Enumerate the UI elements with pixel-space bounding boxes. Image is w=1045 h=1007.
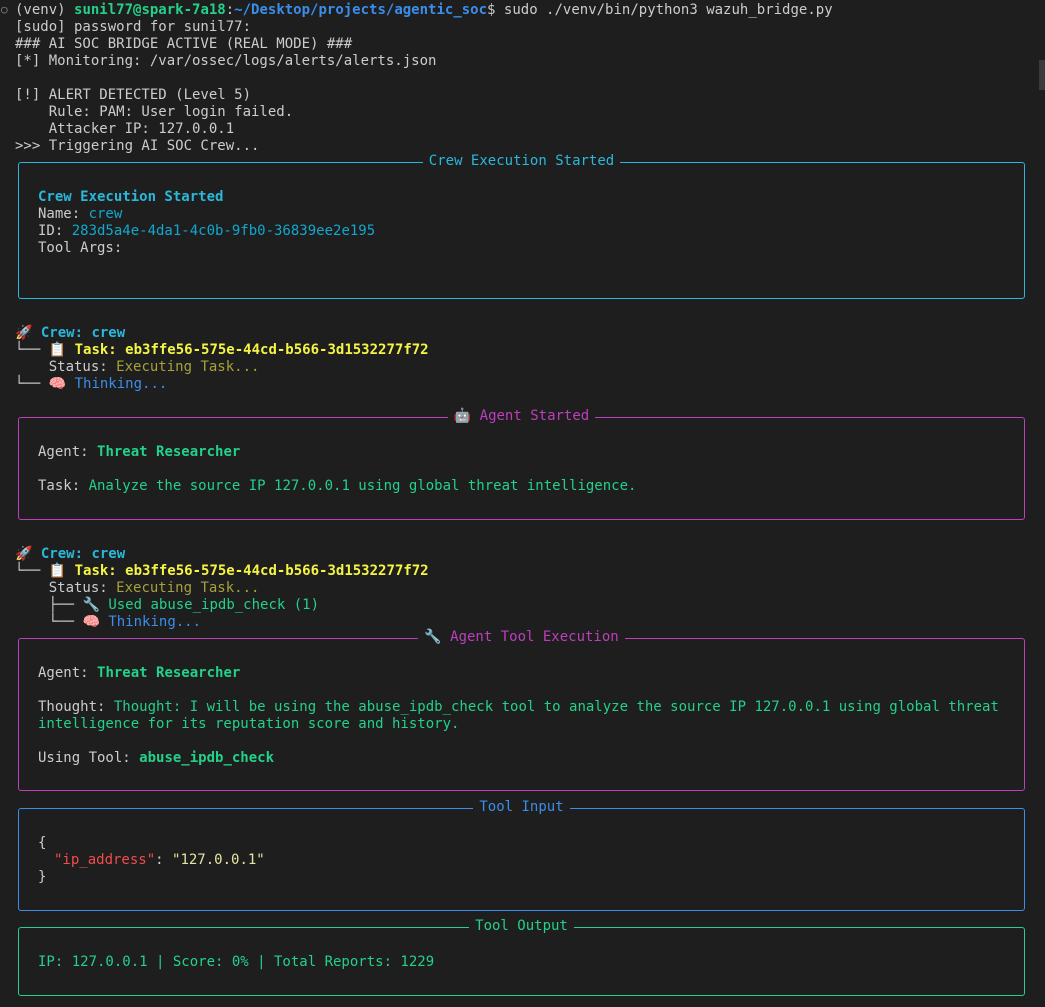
tree-status-row: Status: Executing Task... bbox=[15, 359, 260, 375]
tool-args-label: Tool Args: bbox=[38, 240, 123, 256]
tree-crew-row: 🚀 Crew: crew bbox=[15, 325, 125, 342]
crew-name-row: Name: crew bbox=[38, 206, 123, 222]
brain-icon: 🧠 bbox=[48, 376, 67, 392]
wrench-icon: 🔧 bbox=[82, 597, 100, 613]
command-text: sudo ./venv/bin/python3 wazuh_bridge.py bbox=[503, 2, 833, 18]
tree-task-label: Task: eb3ffe56-575e-44cd-b566-3d1532277f… bbox=[74, 563, 429, 579]
sudo-line: [sudo] password for sunil77: bbox=[15, 19, 252, 35]
tool-name: abuse_ipdb_check bbox=[139, 750, 275, 766]
clipboard-icon: 📋 bbox=[48, 342, 67, 358]
tree-status-value: Executing Task... bbox=[116, 580, 260, 596]
monitoring-line: [*] Monitoring: /var/ossec/logs/alerts/a… bbox=[15, 53, 437, 69]
clipboard-icon: 📋 bbox=[48, 563, 67, 579]
prompt-colon: : bbox=[225, 2, 235, 18]
tree-tool-label: Used abuse_ipdb_check (1) bbox=[108, 597, 320, 613]
agent-name: Threat Researcher bbox=[97, 444, 241, 460]
tree-crew-label: Crew: crew bbox=[40, 325, 126, 341]
tree-thinking-label: Thinking... bbox=[108, 614, 202, 630]
tree-thinking-label: Thinking... bbox=[74, 376, 168, 392]
user-host: sunil77@spark-7a18 bbox=[74, 2, 226, 18]
crew-id-row: ID: 283d5a4e-4da1-4c0b-9fb0-36839ee2e195 bbox=[38, 223, 376, 239]
json-open-brace: { bbox=[38, 835, 47, 851]
rule-line: Rule: PAM: User login failed. bbox=[15, 104, 294, 120]
tool-output-text: IP: 127.0.0.1 | Score: 0% | Total Report… bbox=[38, 954, 435, 970]
panel-title: Tool Input bbox=[19, 799, 1024, 816]
panel-title: Tool Output bbox=[19, 918, 1024, 935]
alert-line: [!] ALERT DETECTED (Level 5) bbox=[15, 87, 252, 103]
crew-id-value: 283d5a4e-4da1-4c0b-9fb0-36839ee2e195 bbox=[71, 223, 376, 239]
tree-crew-label: Crew: crew bbox=[40, 546, 126, 562]
tree-thinking-row: └── 🧠 Thinking... bbox=[15, 376, 168, 392]
banner-line: ### AI SOC BRIDGE ACTIVE (REAL MODE) ### bbox=[15, 36, 353, 52]
agent-name: Threat Researcher bbox=[97, 665, 241, 681]
prompt-dollar: $ bbox=[487, 2, 504, 18]
json-key: "ip_address" bbox=[54, 852, 156, 868]
thought-text-line1: Thought: I will be using the abuse_ipdb_… bbox=[113, 699, 999, 715]
attacker-line: Attacker IP: 127.0.0.1 bbox=[15, 121, 235, 137]
using-tool-row: Using Tool: abuse_ipdb_check bbox=[38, 750, 275, 766]
thought-text-line2: intelligence for its reputation score an… bbox=[38, 716, 460, 732]
tree-tool-row: ├── 🔧 Used abuse_ipdb_check (1) bbox=[15, 597, 320, 613]
agent-row: Agent: Threat Researcher bbox=[38, 444, 241, 460]
panel-title: Crew Execution Started bbox=[19, 153, 1024, 170]
terminal-window[interactable]: ○ (venv) sunil77@spark-7a18:~/Desktop/pr… bbox=[0, 0, 1045, 1007]
tree-task-row: └── 📋 Task: eb3ffe56-575e-44cd-b566-3d15… bbox=[15, 342, 429, 358]
venv-indicator: (venv) bbox=[15, 2, 75, 18]
rocket-icon: 🚀 bbox=[15, 546, 33, 562]
tree-task-label: Task: eb3ffe56-575e-44cd-b566-3d1532277f… bbox=[74, 342, 429, 358]
thought-row: Thought: Thought: I will be using the ab… bbox=[38, 699, 999, 715]
json-close-brace: } bbox=[38, 869, 47, 885]
tree-status-value: Executing Task... bbox=[116, 359, 260, 375]
tree-crew-row: 🚀 Crew: crew bbox=[15, 546, 125, 563]
panel-title: 🤖 Agent Started bbox=[19, 408, 1024, 425]
json-pair: "ip_address": "127.0.0.1" bbox=[54, 852, 265, 868]
task-description: Analyze the source IP 127.0.0.1 using gl… bbox=[88, 478, 637, 494]
brain-icon: 🧠 bbox=[82, 614, 100, 630]
panel-title: 🔧 Agent Tool Execution bbox=[19, 629, 1024, 646]
json-value: "127.0.0.1" bbox=[172, 852, 265, 868]
rocket-icon: 🚀 bbox=[15, 325, 33, 341]
agent-started-panel: 🤖 Agent Started bbox=[18, 408, 1025, 520]
tree-task-row: └── 📋 Task: eb3ffe56-575e-44cd-b566-3d15… bbox=[15, 563, 429, 579]
cwd-path: ~/Desktop/projects/agentic_soc bbox=[234, 2, 488, 18]
task-row: Task: Analyze the source IP 127.0.0.1 us… bbox=[38, 478, 637, 494]
scrollbar-thumb[interactable] bbox=[1039, 60, 1045, 90]
crew-name-value: crew bbox=[88, 206, 123, 222]
status-circle-icon: ○ bbox=[1, 3, 8, 16]
prompt-line: (venv) sunil77@spark-7a18:~/Desktop/proj… bbox=[15, 2, 833, 19]
agent-row: Agent: Threat Researcher bbox=[38, 665, 241, 681]
crew-started-heading: Crew Execution Started bbox=[38, 189, 224, 205]
tree-status-row: Status: Executing Task... bbox=[15, 580, 260, 596]
